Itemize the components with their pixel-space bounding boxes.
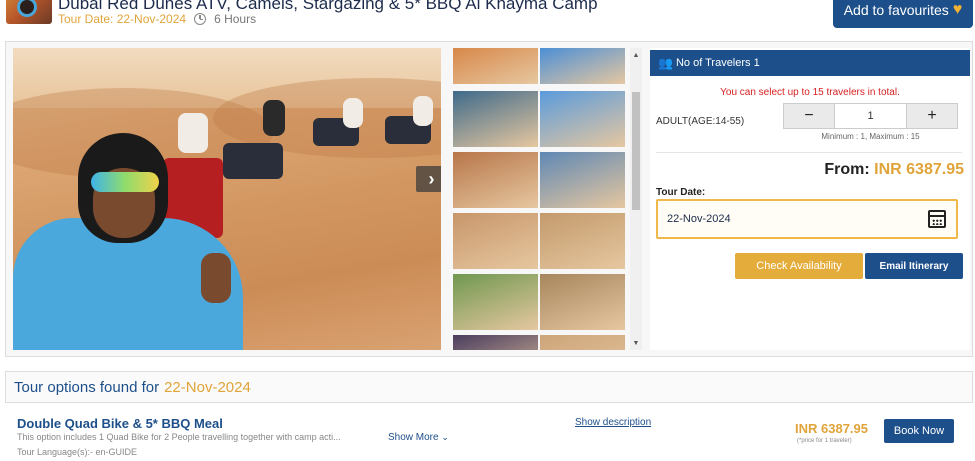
option-description: This option includes 1 Quad Bike for 2 P… <box>17 432 341 442</box>
tour-options-heading: Tour options found for 22-Nov-2024 <box>5 371 973 403</box>
clock-icon <box>194 13 207 25</box>
adult-quantity-stepper: − 1 + <box>783 103 958 129</box>
photo-atv <box>223 143 283 179</box>
travelers-header-label: No of Travelers 1 <box>675 57 760 69</box>
gallery-thumbnail[interactable] <box>453 91 538 147</box>
scroll-up-icon[interactable]: ▲ <box>630 50 642 60</box>
duration-text: 6 Hours <box>214 12 257 26</box>
divider <box>656 152 962 153</box>
option-price: INR 6387.95 <box>795 421 868 436</box>
book-now-button[interactable]: Book Now <box>884 419 954 443</box>
tour-panel: › ▲ ▼ 👥 No of Travelers 1 You can select… <box>5 41 973 357</box>
scroll-down-icon[interactable]: ▼ <box>630 338 642 348</box>
tour-date-value: 22-Nov-2024 <box>667 213 731 225</box>
calendar-icon[interactable] <box>928 210 946 228</box>
gallery-thumbnail[interactable] <box>453 213 538 269</box>
tour-date-text: Tour Date: 22-Nov-2024 <box>58 12 187 26</box>
gallery-thumbnail[interactable] <box>540 91 625 147</box>
next-photo-button[interactable]: › <box>416 166 441 192</box>
tour-thumbnail <box>6 0 52 24</box>
thumbnail-grid <box>453 48 629 350</box>
tour-option-row: Double Quad Bike & 5* BBQ Meal This opti… <box>5 408 973 461</box>
gallery-thumbnail[interactable] <box>453 335 538 350</box>
tour-meta: Tour Date: 22-Nov-2024 6 Hours <box>58 12 256 26</box>
travelers-header: 👥 No of Travelers 1 <box>650 50 970 76</box>
photo-rider <box>413 96 433 126</box>
tour-options-heading-text: Tour options found for <box>14 378 160 396</box>
gallery-thumbnail[interactable] <box>453 48 538 84</box>
add-to-favourites-button[interactable]: Add to favourites ♥ <box>833 0 973 28</box>
tour-options-date: 22-Nov-2024 <box>164 378 251 396</box>
option-price-note: (*price for 1 traveler) <box>797 438 852 444</box>
photo-rider <box>178 113 208 153</box>
booking-box: 👥 No of Travelers 1 You can select up to… <box>650 48 970 350</box>
gallery-thumbnail[interactable] <box>540 152 625 208</box>
email-itinerary-button[interactable]: Email Itinerary <box>865 253 963 279</box>
price-prefix: From: <box>824 161 870 178</box>
photo-hand <box>201 253 231 303</box>
tour-date-field[interactable]: 22-Nov-2024 <box>656 199 958 239</box>
min-max-note: Minimum : 1, Maximum : 15 <box>821 132 920 141</box>
adult-label: ADULT(AGE:14-55) <box>656 116 745 127</box>
adult-count-field[interactable]: 1 <box>834 104 907 128</box>
price-amount: INR 6387.95 <box>874 161 964 178</box>
photo-rider <box>263 100 285 136</box>
gallery-thumbnail[interactable] <box>540 213 625 269</box>
heart-icon: ♥ <box>952 1 963 18</box>
gallery-thumbnail[interactable] <box>540 274 625 330</box>
gallery-thumbnail[interactable] <box>540 335 625 350</box>
show-description-link[interactable]: Show description <box>575 417 651 428</box>
photo-rider <box>343 98 363 128</box>
show-more-link[interactable]: Show More ⌄ <box>388 432 449 443</box>
tour-date-label: Tour Date: <box>656 187 706 198</box>
gallery-thumbnail[interactable] <box>453 274 538 330</box>
photo-goggles <box>91 172 159 192</box>
check-availability-button[interactable]: Check Availability <box>735 253 863 279</box>
favourites-label: Add to favourites <box>843 2 949 18</box>
page-header: Dubai Red Dunes ATV, Camels, Stargazing … <box>0 0 975 36</box>
price-display: From: INR 6387.95 <box>824 161 964 179</box>
users-icon: 👥 <box>658 56 673 70</box>
gallery-thumbnail[interactable] <box>453 152 538 208</box>
show-more-label: Show More <box>388 432 439 443</box>
thumbnail-scrollbar[interactable]: ▲ ▼ <box>630 48 642 350</box>
chevron-down-icon: ⌄ <box>441 432 449 442</box>
gallery-thumbnail[interactable] <box>540 48 625 84</box>
option-language: Tour Language(s):- en-GUIDE <box>17 447 138 457</box>
scrollbar-thumb[interactable] <box>632 92 640 210</box>
option-title[interactable]: Double Quad Bike & 5* BBQ Meal <box>17 416 223 431</box>
traveler-limit-message: You can select up to 15 travelers in tot… <box>720 87 900 98</box>
main-tour-photo[interactable]: › <box>13 48 441 350</box>
increase-adult-button[interactable]: + <box>907 104 957 128</box>
decrease-adult-button[interactable]: − <box>784 104 834 128</box>
